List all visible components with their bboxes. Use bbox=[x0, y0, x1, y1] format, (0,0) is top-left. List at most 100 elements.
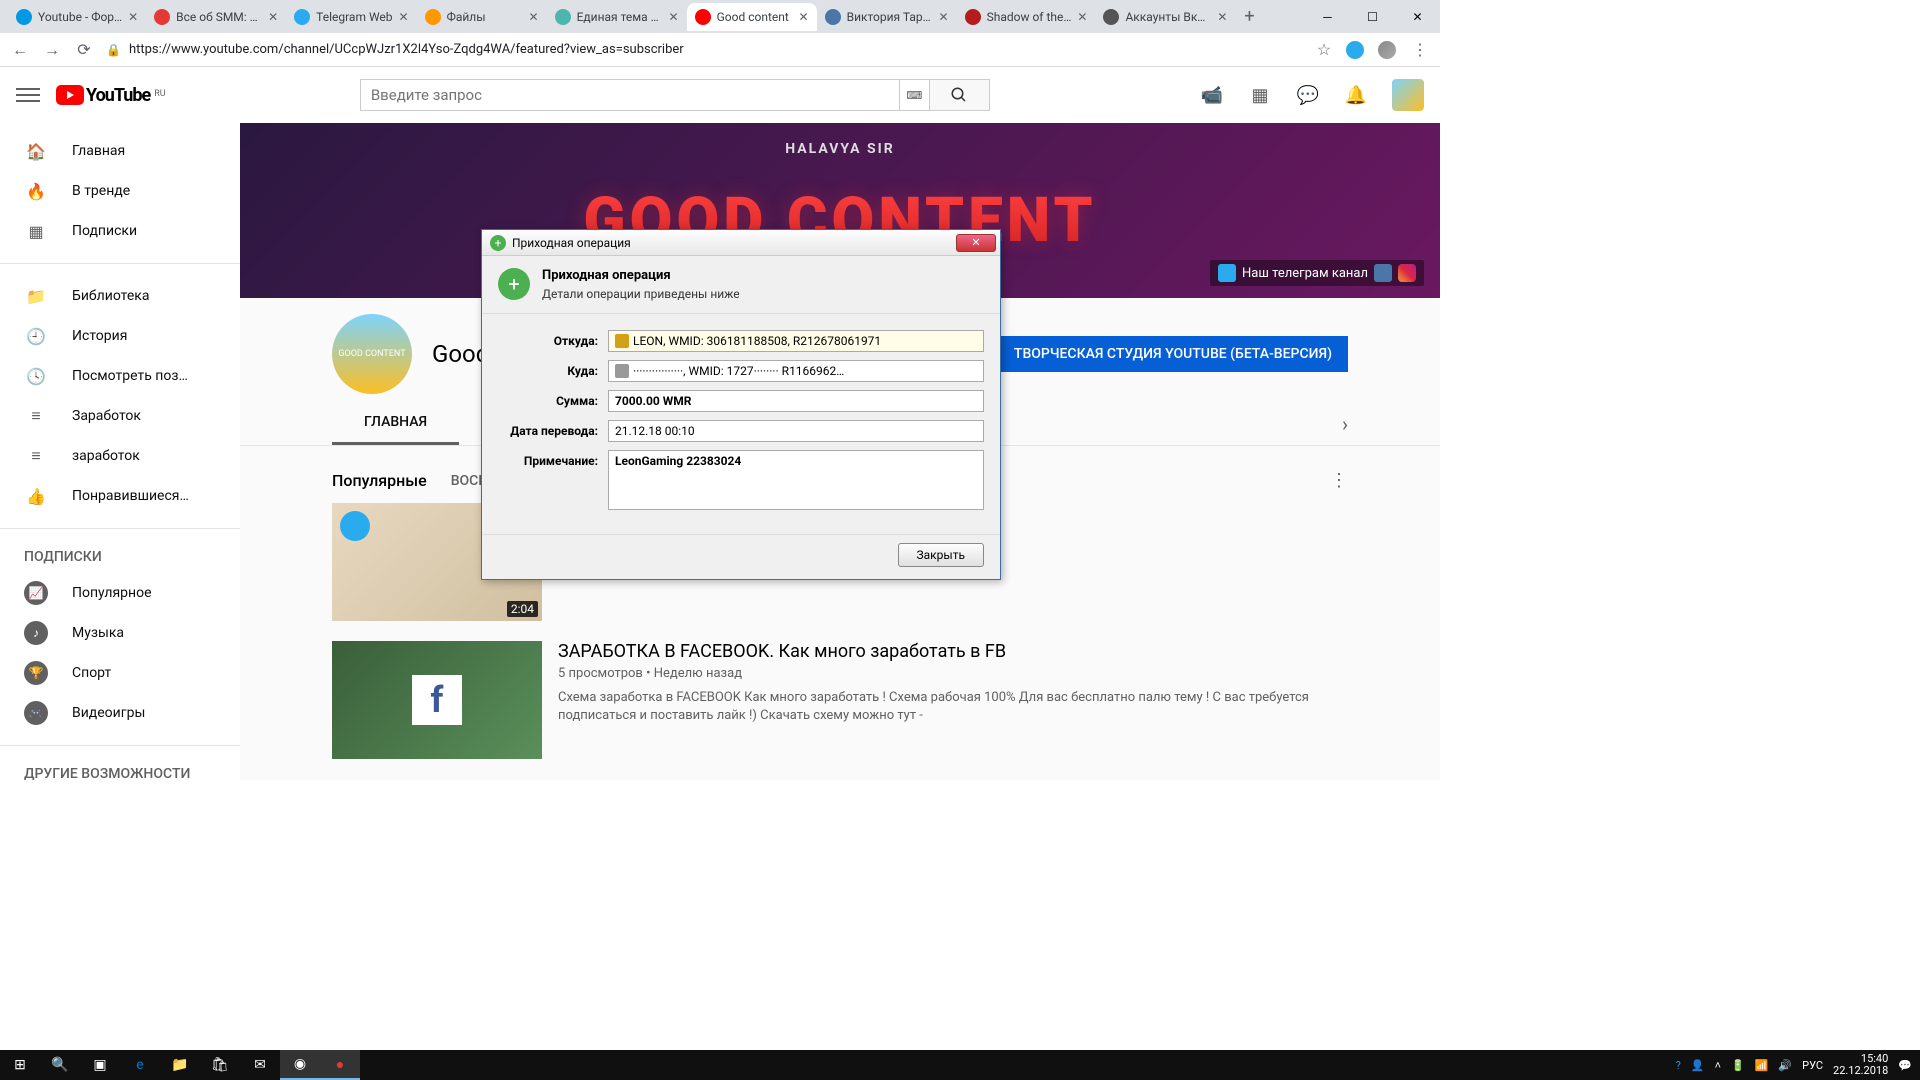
field-from[interactable]: LEON, WMID: 306181188508, R212678061971 bbox=[608, 330, 984, 352]
dialog-title: Приходная операция bbox=[512, 236, 631, 250]
sidebar-item-playlist[interactable]: ≡Заработок bbox=[0, 396, 240, 436]
playlist-icon: ≡ bbox=[24, 406, 48, 426]
sidebar-item-playlist[interactable]: ≡заработок bbox=[0, 436, 240, 476]
sidebar-item-gaming[interactable]: 🎮Видеоигры bbox=[0, 693, 240, 733]
channel-avatar[interactable]: GOOD CONTENT bbox=[332, 314, 412, 394]
recorder-icon[interactable]: ● bbox=[320, 1050, 360, 1080]
vk-icon bbox=[1374, 264, 1392, 282]
lock-icon: 🔒 bbox=[106, 43, 121, 57]
keyboard-icon[interactable]: ⌨ bbox=[900, 79, 930, 111]
nav-reload-icon[interactable]: ⟳ bbox=[74, 40, 94, 59]
browser-tab[interactable]: Telegram Web✕ bbox=[286, 3, 416, 31]
chrome-icon[interactable]: ◉ bbox=[280, 1050, 320, 1080]
studio-button[interactable]: ТВОРЧЕСКАЯ СТУДИЯ YOUTUBE (БЕТА-ВЕРСИЯ) bbox=[998, 336, 1348, 372]
label-date: Дата перевода: bbox=[498, 420, 598, 438]
field-note[interactable]: LeonGaming 22383024 bbox=[608, 450, 984, 510]
video-item[interactable]: f ЗАРАБОТКА В FACEBOOK. Как много зарабо… bbox=[240, 637, 1440, 775]
tab-home[interactable]: ГЛАВНАЯ bbox=[332, 402, 459, 445]
youtube-header: YouTube RU ⌨ 📹 ▦ 💬 🔔 bbox=[0, 67, 1440, 123]
video-thumbnail[interactable]: f bbox=[332, 641, 542, 759]
star-icon[interactable]: ☆ bbox=[1314, 40, 1334, 59]
tab-close-icon[interactable]: ✕ bbox=[669, 10, 679, 24]
clock[interactable]: 15:40 22.12.2018 bbox=[1833, 1053, 1888, 1077]
tab-close-icon[interactable]: ✕ bbox=[939, 10, 949, 24]
window-minimize-icon[interactable]: ─ bbox=[1305, 0, 1350, 33]
people-icon[interactable]: 👤 bbox=[1691, 1059, 1705, 1072]
task-view-icon[interactable]: ▣ bbox=[80, 1050, 120, 1080]
banner-subtitle: HALAVYA SIR bbox=[785, 141, 894, 157]
dialog-titlebar[interactable]: + Приходная операция ✕ bbox=[482, 230, 1000, 256]
tab-close-icon[interactable]: ✕ bbox=[799, 10, 809, 24]
hamburger-icon[interactable] bbox=[16, 83, 40, 107]
sidebar: 🏠Главная 🔥В тренде ▦Подписки 📁Библиотека… bbox=[0, 123, 240, 780]
label-amount: Сумма: bbox=[498, 390, 598, 408]
volume-icon[interactable]: 🔊 bbox=[1778, 1059, 1792, 1072]
edge-icon[interactable]: e bbox=[120, 1050, 160, 1080]
dialog-close-button[interactable]: ✕ bbox=[956, 234, 996, 252]
sidebar-item-history[interactable]: 🕘История bbox=[0, 316, 240, 356]
nav-back-icon[interactable]: ← bbox=[10, 40, 30, 60]
create-icon[interactable]: 📹 bbox=[1200, 83, 1224, 107]
field-date[interactable]: 21.12.18 00:10 bbox=[608, 420, 984, 442]
browser-tab[interactable]: Аккаунты Вкон…✕ bbox=[1095, 3, 1235, 31]
tab-close-icon[interactable]: ✕ bbox=[1077, 10, 1087, 24]
sidebar-item-subscriptions[interactable]: ▦Подписки bbox=[0, 211, 240, 251]
window-maximize-icon[interactable]: ☐ bbox=[1350, 0, 1395, 33]
tabs-next-icon[interactable]: › bbox=[1342, 412, 1348, 436]
notifications-icon[interactable]: 💬 bbox=[1898, 1059, 1912, 1072]
browser-tab[interactable]: Файлы✕ bbox=[417, 3, 547, 31]
browser-tab[interactable]: Youtube - Фор…✕ bbox=[8, 3, 146, 31]
new-tab-button[interactable]: + bbox=[1235, 3, 1263, 31]
language-indicator[interactable]: РУС bbox=[1802, 1059, 1823, 1072]
wifi-icon[interactable]: 📶 bbox=[1755, 1059, 1769, 1072]
search-icon[interactable]: 🔍 bbox=[40, 1050, 80, 1080]
browser-tab[interactable]: Shadow of the…✕ bbox=[957, 3, 1096, 31]
telegram-icon bbox=[1218, 264, 1236, 282]
sidebar-item-library[interactable]: 📁Библиотека bbox=[0, 276, 240, 316]
menu-icon[interactable]: ⋮ bbox=[1410, 40, 1430, 59]
sidebar-item-music[interactable]: ♪Музыка bbox=[0, 613, 240, 653]
start-button[interactable]: ⊞ bbox=[0, 1050, 40, 1080]
url-input[interactable]: 🔒 https://www.youtube.com/channel/UCcpWJ… bbox=[106, 42, 1302, 57]
sidebar-item-liked[interactable]: 👍Понравившиеся… bbox=[0, 476, 240, 516]
store-icon[interactable]: 🛍 bbox=[200, 1050, 240, 1080]
window-close-icon[interactable]: ✕ bbox=[1395, 0, 1440, 33]
browser-tab-active[interactable]: Good content✕ bbox=[687, 3, 817, 31]
browser-tab[interactable]: Все об SMM: т…✕ bbox=[146, 3, 286, 31]
field-amount[interactable]: 7000.00 WMR bbox=[608, 390, 984, 412]
tab-close-icon[interactable]: ✕ bbox=[128, 10, 138, 24]
profile-icon[interactable] bbox=[1378, 41, 1396, 59]
tray-expand-icon[interactable]: ˄ bbox=[1715, 1059, 1721, 1072]
help-icon[interactable]: ? bbox=[1676, 1059, 1681, 1072]
sidebar-item-popular[interactable]: 📈Популярное bbox=[0, 573, 240, 613]
banner-social-link[interactable]: Наш телеграм канал bbox=[1210, 260, 1424, 286]
sidebar-item-trending[interactable]: 🔥В тренде bbox=[0, 171, 240, 211]
apps-icon[interactable]: ▦ bbox=[1248, 83, 1272, 107]
messages-icon[interactable]: 💬 bbox=[1296, 83, 1320, 107]
search-button[interactable] bbox=[930, 79, 990, 111]
explorer-icon[interactable]: 📁 bbox=[160, 1050, 200, 1080]
close-button[interactable]: Закрыть bbox=[898, 543, 984, 567]
trophy-icon: 🏆 bbox=[24, 661, 48, 685]
nav-forward-icon[interactable]: → bbox=[42, 40, 62, 60]
sidebar-section-title: ПОДПИСКИ bbox=[0, 541, 240, 573]
browser-tab[interactable]: Виктория Тара…✕ bbox=[817, 3, 957, 31]
tab-close-icon[interactable]: ✕ bbox=[399, 10, 409, 24]
battery-icon[interactable]: 🔋 bbox=[1731, 1059, 1745, 1072]
mail-icon[interactable]: ✉ bbox=[240, 1050, 280, 1080]
youtube-logo[interactable]: YouTube RU bbox=[56, 85, 166, 106]
video-menu-icon[interactable]: ⋮ bbox=[1330, 470, 1348, 491]
user-avatar[interactable] bbox=[1392, 79, 1424, 111]
field-to[interactable]: ················, WMID: 1727········ R11… bbox=[608, 360, 984, 382]
notifications-icon[interactable]: 🔔 bbox=[1344, 83, 1368, 107]
sidebar-item-home[interactable]: 🏠Главная bbox=[0, 131, 240, 171]
extension-icon[interactable] bbox=[1346, 41, 1364, 59]
browser-tab[interactable]: Единая тема п…✕ bbox=[547, 3, 687, 31]
sidebar-item-watchlater[interactable]: 🕓Посмотреть поз… bbox=[0, 356, 240, 396]
tab-close-icon[interactable]: ✕ bbox=[268, 10, 278, 24]
history-icon: 🕘 bbox=[24, 327, 48, 346]
sidebar-item-sport[interactable]: 🏆Спорт bbox=[0, 653, 240, 693]
tab-close-icon[interactable]: ✕ bbox=[529, 10, 539, 24]
tab-close-icon[interactable]: ✕ bbox=[1217, 10, 1227, 24]
search-input[interactable] bbox=[360, 79, 900, 111]
